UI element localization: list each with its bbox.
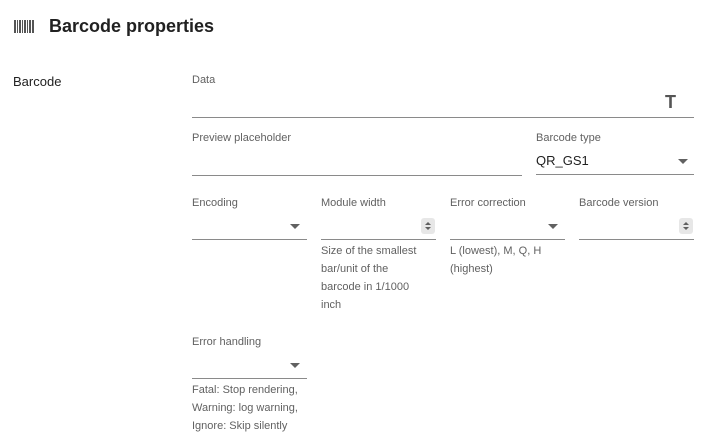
barcode-version-spinner[interactable] [679,218,693,234]
preview-placeholder-underline [192,175,522,176]
error-correction-select[interactable] [450,218,545,236]
data-field-label: Data [192,74,216,86]
chevron-down-icon[interactable] [290,363,300,368]
barcode-version-label: Barcode version [579,197,659,209]
chevron-down-icon[interactable] [290,224,300,229]
module-width-hint: Size of the smallest bar/unit of the bar… [321,245,417,311]
text-type-icon[interactable]: T [665,92,676,113]
error-handling-select[interactable] [192,357,287,375]
error-correction-label: Error correction [450,197,526,209]
page-title: Barcode properties [49,16,215,36]
section-label-barcode: Barcode [13,74,62,89]
preview-placeholder-label: Preview placeholder [192,132,292,144]
barcode-version-underline [579,239,694,240]
barcode-icon [14,20,34,33]
error-handling-hint: Fatal: Stop rendering, Warning: log warn… [192,384,298,432]
barcode-type-underline [536,174,694,175]
encoding-label: Encoding [192,197,238,209]
error-correction-underline [450,239,565,240]
error-handling-label: Error handling [192,336,262,348]
module-width-spinner[interactable] [421,218,435,234]
error-correction-hint: L (lowest), M, Q, H (highest) [450,245,542,275]
barcode-type-select[interactable]: QR_GS1 [536,153,676,168]
module-width-input[interactable] [321,218,416,236]
module-width-label: Module width [321,197,386,209]
error-handling-underline [192,378,307,379]
data-field-underline [192,117,694,118]
encoding-select[interactable] [192,218,287,236]
barcode-version-input[interactable] [579,218,674,236]
module-width-underline [321,239,436,240]
chevron-down-icon[interactable] [678,159,688,164]
preview-placeholder-input[interactable] [192,152,522,172]
encoding-underline [192,239,307,240]
data-field-input[interactable] [192,94,652,114]
chevron-down-icon[interactable] [548,224,558,229]
barcode-type-label: Barcode type [536,132,601,144]
